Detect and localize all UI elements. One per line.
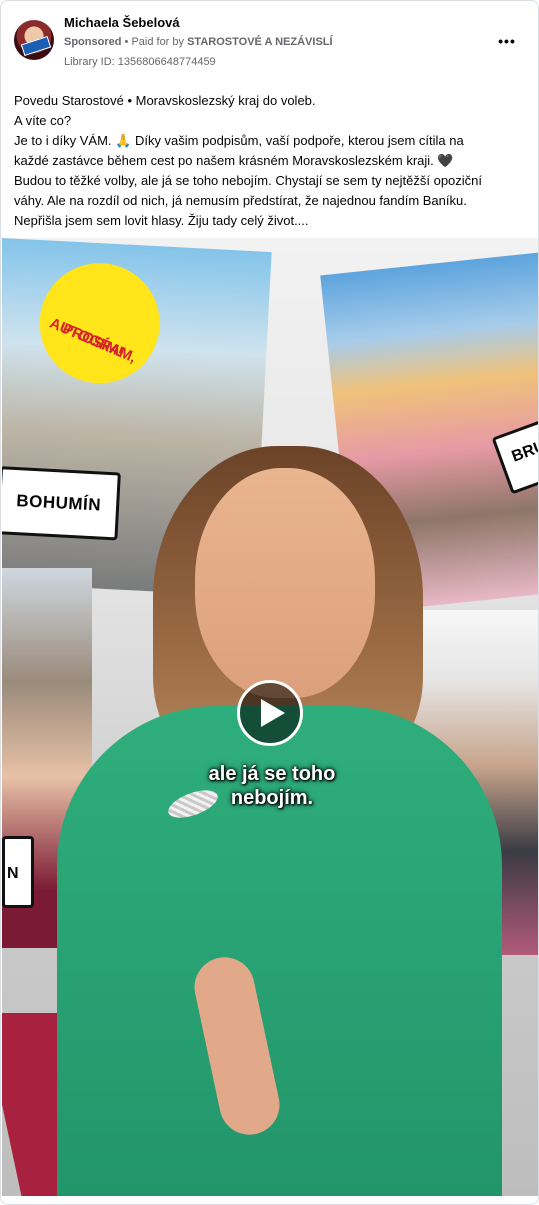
card-bottom bbox=[1, 1196, 538, 1204]
play-icon[interactable] bbox=[237, 680, 303, 746]
post-text-line: Povedu Starostové • Moravskoslezský kraj… bbox=[14, 93, 316, 108]
post-text-line: A víte co? bbox=[14, 113, 72, 128]
speaker-figure bbox=[57, 446, 502, 1196]
library-id: Library ID: 1356806648774459 bbox=[64, 56, 216, 68]
sponsored-label: Sponsored bbox=[64, 36, 122, 48]
post-text-line: Budou to těžké volby, ale já se toho neb… bbox=[14, 173, 483, 188]
speaker-face bbox=[195, 468, 375, 698]
paid-for-prefix: Paid for by bbox=[131, 36, 185, 48]
sponsored-meta: Sponsored • Paid for by STAROSTOVÉ A NEZ… bbox=[64, 36, 333, 48]
meta-separator: • bbox=[124, 36, 129, 48]
post-text-line: Je to i díky VÁM. 🙏 Díky vašim podpisům,… bbox=[14, 133, 464, 148]
post-text-line[interactable]: Nepřišla jsem sem lovit hlasy. Žiju tady… bbox=[14, 211, 529, 231]
author-avatar[interactable] bbox=[14, 20, 54, 60]
caption-line: ale já se toho bbox=[208, 763, 336, 785]
post-text-line: váhy. Ale na rozdíl od nich, já nemusím … bbox=[14, 193, 467, 208]
avatar-sign-graphic bbox=[20, 35, 52, 57]
sticker-line: PROSÍM! bbox=[59, 320, 126, 361]
more-horizontal-icon[interactable]: ••• bbox=[494, 31, 520, 51]
caption-line: nebojím. bbox=[230, 787, 314, 809]
autogram-sticker: AUTOGRAM, PROSÍM! bbox=[33, 257, 166, 390]
author-name[interactable]: Michaela Šebelová bbox=[64, 15, 180, 30]
post-header: Michaela Šebelová Sponsored • Paid for b… bbox=[1, 1, 538, 81]
town-sign-bottom-left: N bbox=[2, 836, 34, 908]
post-text: Povedu Starostové • Moravskoslezský kraj… bbox=[14, 91, 529, 231]
post-text-line: každé zastávce během cest po našem krásn… bbox=[14, 153, 454, 168]
video-player[interactable]: AUTOGRAM, PROSÍM! BOHUMÍN BRU N ale já s… bbox=[2, 238, 538, 1196]
ad-post-card: Michaela Šebelová Sponsored • Paid for b… bbox=[0, 0, 539, 1205]
paid-for-by[interactable]: STAROSTOVÉ A NEZÁVISLÍ bbox=[187, 36, 332, 48]
video-caption: ale já se toho nebojím. bbox=[142, 762, 402, 810]
